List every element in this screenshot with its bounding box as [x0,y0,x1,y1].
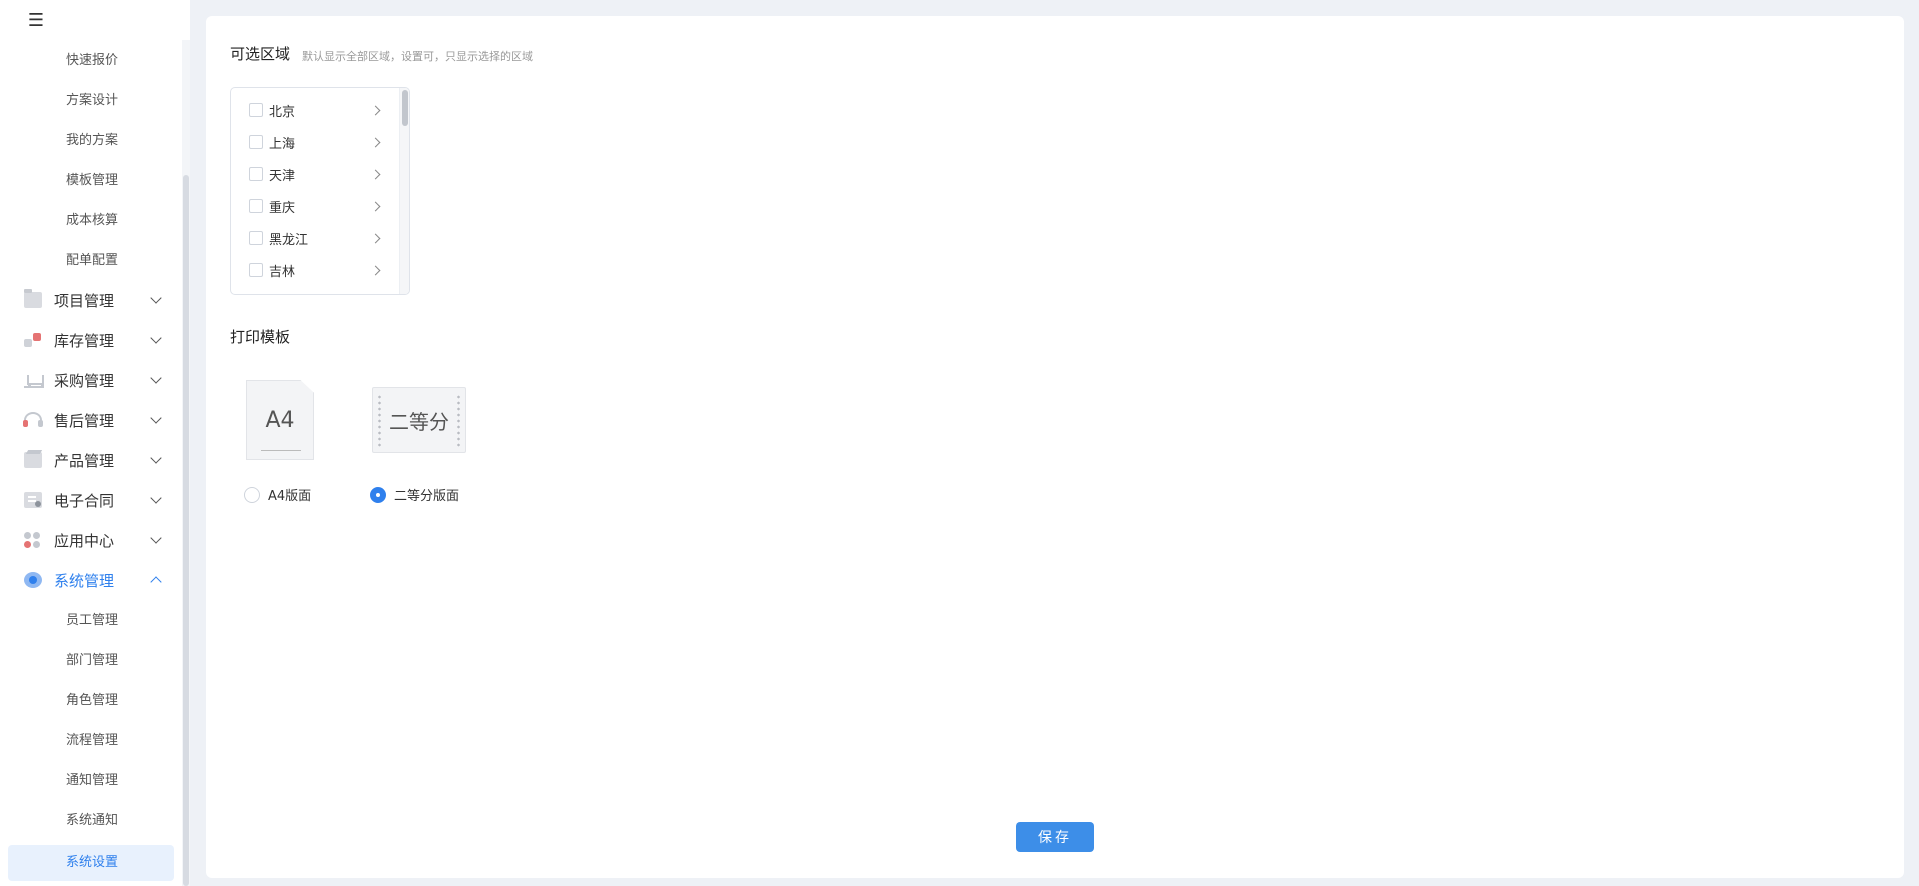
chevron-down-icon [150,372,162,384]
checkbox[interactable] [249,103,263,117]
template-thumbnail-half[interactable]: 二等分 [372,387,466,453]
folder-icon [24,289,42,308]
sidebar-group-e-contract[interactable]: 电子合同 [0,484,182,516]
sidebar-group-after-sales[interactable]: 售后管理 [0,404,182,436]
region-item-label: 重庆 [269,200,296,216]
chevron-down-icon [150,492,162,504]
sidebar-item-order-config[interactable]: 配单配置 [0,246,182,276]
sidebar-item-template-management[interactable]: 模板管理 [0,166,182,196]
chevron-right-icon[interactable] [370,137,381,148]
template-thumbnail-label: 二等分 [389,409,449,434]
template-thumbnail-label: A4 [265,407,295,433]
radio-half[interactable] [370,486,386,503]
sidebar-item-cost-accounting[interactable]: 成本核算 [0,206,182,236]
region-list-scrollbar[interactable] [399,88,409,294]
chevron-up-icon [150,576,162,588]
chevron-down-icon [150,412,162,424]
region-item-label: 黑龙江 [269,232,309,248]
sidebar-group-label: 应用中心 [54,531,115,550]
radio-label: 二等分版面 [394,489,460,504]
perforation-dots [378,394,381,448]
chevron-right-icon[interactable] [370,169,381,180]
sidebar-group-system[interactable]: 系统管理 [0,564,182,596]
save-button[interactable]: 保存 [1016,822,1094,852]
sidebar-group-product[interactable]: 产品管理 [0,444,182,476]
chevron-down-icon [150,292,162,304]
chevron-right-icon[interactable] [370,201,381,212]
sidebar-scrollbar-thumb[interactable] [183,175,189,886]
sidebar: ☰ 快速报价 方案设计 我的方案 模板管理 成本核算 配单配置 项目管理 库存管… [0,0,190,886]
chevron-down-icon [150,532,162,544]
sidebar-group-label: 项目管理 [54,291,115,310]
checkbox[interactable] [249,263,263,277]
sidebar-group-app-center[interactable]: 应用中心 [0,524,182,556]
checkbox[interactable] [249,231,263,245]
region-item-tianjin[interactable]: 天津 [231,158,399,190]
sidebar-group-project[interactable]: 项目管理 [0,284,182,316]
sidebar-item-departments[interactable]: 部门管理 [0,646,182,676]
sidebar-item-roles[interactable]: 角色管理 [0,686,182,716]
radio-label: A4版面 [268,489,312,504]
checkbox[interactable] [249,135,263,149]
sidebar-item-system-settings[interactable]: 系统设置 [8,845,174,881]
chevron-down-icon [150,332,162,344]
sidebar-item-solution-design[interactable]: 方案设计 [0,86,182,116]
sidebar-item-quick-quote[interactable]: 快速报价 [0,46,182,76]
chevron-right-icon[interactable] [370,105,381,116]
warehouse-icon [24,332,42,348]
sidebar-group-label: 电子合同 [54,491,115,510]
sidebar-group-label: 系统管理 [54,571,115,590]
radio-option-a4[interactable]: A4版面 [244,485,311,504]
region-item-beijing[interactable]: 北京 [231,94,399,126]
chevron-right-icon[interactable] [370,265,381,276]
sidebar-item-my-solutions[interactable]: 我的方案 [0,126,182,156]
region-item-label: 天津 [269,168,296,184]
box-icon [24,452,42,468]
region-item-heilongjiang[interactable]: 黑龙江 [231,222,399,254]
sidebar-group-label: 产品管理 [54,451,115,470]
apps-icon [24,532,42,548]
sidebar-group-label: 售后管理 [54,411,115,430]
checkbox[interactable] [249,199,263,213]
thumbnail-line [261,450,301,451]
region-list-scrollbar-thumb[interactable] [402,90,408,126]
template-thumbnail-a4[interactable]: A4 [246,380,314,460]
region-list[interactable]: 北京 上海 天津 重庆 黑龙江 吉林 [230,87,410,295]
chevron-right-icon[interactable] [370,233,381,244]
contract-icon [24,492,42,508]
checkbox[interactable] [249,167,263,181]
sidebar-item-workflows[interactable]: 流程管理 [0,726,182,756]
chevron-down-icon [150,452,162,464]
region-item-shanghai[interactable]: 上海 [231,126,399,158]
region-item-label: 北京 [269,104,296,120]
print-template-title: 打印模板 [230,328,291,346]
region-section-title: 可选区域 [230,45,291,63]
region-item-label: 上海 [269,136,296,152]
sidebar-group-label: 库存管理 [54,331,115,350]
region-item-label: 吉林 [269,264,296,280]
region-section-hint: 默认显示全部区域，设置可，只显示选择的区域 [302,50,533,63]
sidebar-item-notice-management[interactable]: 通知管理 [0,766,182,796]
headset-icon [23,412,43,428]
region-item-jilin[interactable]: 吉林 [231,254,399,286]
sidebar-item-employees[interactable]: 员工管理 [0,606,182,636]
system-icon [24,572,42,588]
sidebar-group-label: 采购管理 [54,371,115,390]
sidebar-scrollbar[interactable] [182,40,190,886]
radio-option-half[interactable]: 二等分版面 [370,485,459,504]
sidebar-group-purchase[interactable]: 采购管理 [0,364,182,396]
radio-a4[interactable] [244,486,260,503]
sidebar-item-system-notices[interactable]: 系统通知 [0,806,182,836]
menu-fold-icon[interactable]: ☰ [24,10,48,31]
region-item-chongqing[interactable]: 重庆 [231,190,399,222]
cart-icon [24,372,44,388]
perforation-dots [457,394,460,448]
sidebar-group-inventory[interactable]: 库存管理 [0,324,182,356]
settings-panel: 可选区域 默认显示全部区域，设置可，只显示选择的区域 北京 上海 天津 重庆 黑… [206,16,1904,878]
